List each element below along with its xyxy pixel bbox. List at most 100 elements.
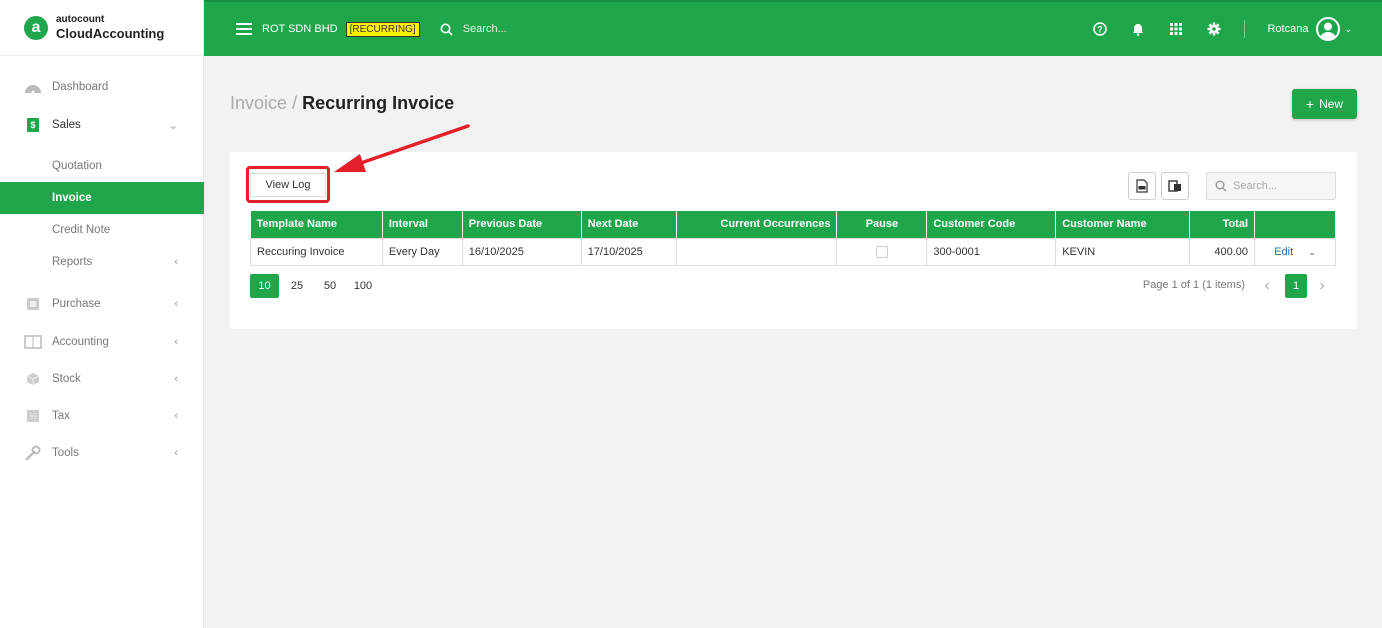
table-search-input[interactable] <box>1233 180 1328 192</box>
svg-text:%: % <box>29 412 36 421</box>
sidebar-item-label: Reports <box>52 256 93 268</box>
plus-icon: + <box>1305 96 1315 112</box>
page-size-selector: 10 25 50 100 <box>250 274 381 298</box>
sidebar-item-quotation[interactable]: Quotation <box>0 151 204 181</box>
sidebar-item-sales[interactable]: $ Sales ⌄ <box>0 110 204 140</box>
chevron-down-icon[interactable]: ⌄ <box>1308 247 1316 257</box>
table-row[interactable]: Reccuring Invoice Every Day 16/10/2025 1… <box>250 237 1336 266</box>
page-number-1[interactable]: 1 <box>1285 274 1307 298</box>
cell-pause <box>836 237 928 266</box>
columns-icon <box>1168 180 1181 192</box>
sidebar-item-label: Invoice <box>52 192 92 204</box>
breadcrumb-current: Recurring Invoice <box>302 93 455 113</box>
gear-icon[interactable] <box>1206 21 1222 37</box>
sidebar-item-label: Dashboard <box>52 81 109 93</box>
column-header-pause[interactable]: Pause <box>836 211 928 238</box>
export-csv-button[interactable] <box>1128 172 1156 200</box>
brand-name-top: autocount <box>56 14 105 25</box>
help-icon[interactable]: ? <box>1092 21 1108 37</box>
sidebar-item-reports[interactable]: Reports ‹ <box>0 247 204 277</box>
column-header-customer-name[interactable]: Customer Name <box>1055 211 1191 238</box>
sidebar-item-tools[interactable]: Tools ‹ <box>0 438 204 468</box>
sidebar-item-tax[interactable]: % Tax ‹ <box>0 401 204 431</box>
wrench-icon <box>24 444 42 462</box>
chevron-right-icon[interactable]: › <box>1311 274 1333 298</box>
chevron-down-icon: ⌄ <box>168 119 178 132</box>
sidebar-item-stock[interactable]: Stock ‹ <box>0 364 204 394</box>
pause-checkbox[interactable] <box>875 245 888 258</box>
header-search-placeholder: Search... <box>462 23 507 35</box>
recurring-tag: [RECURRING] <box>345 21 420 37</box>
csv-file-icon <box>1136 179 1148 193</box>
purchase-icon <box>24 295 42 313</box>
column-header-actions <box>1254 211 1336 238</box>
column-header-next-date[interactable]: Next Date <box>581 211 677 238</box>
breadcrumb-separator: / <box>292 93 298 113</box>
page-size-25[interactable]: 25 <box>282 274 312 298</box>
sidebar-item-invoice[interactable]: Invoice <box>0 182 204 214</box>
column-header-current-occurrences[interactable]: Current Occurrences <box>676 211 838 238</box>
cell-customer-name: KEVIN <box>1055 237 1191 266</box>
brand-name-bottom: CloudAccounting <box>56 26 165 41</box>
svg-text:$: $ <box>30 120 35 130</box>
cell-total: 400.00 <box>1189 237 1256 266</box>
sidebar-item-accounting[interactable]: Accounting ‹ <box>0 327 204 357</box>
sidebar-item-credit-note[interactable]: Credit Note <box>0 215 204 245</box>
cell-actions: Edit ⌄ <box>1254 237 1336 266</box>
chevron-left-icon: ‹ <box>174 256 178 268</box>
search-icon <box>440 23 453 36</box>
recurring-invoice-table: Template Name Interval Previous Date Nex… <box>250 211 1336 266</box>
avatar[interactable] <box>1316 17 1341 41</box>
user-name[interactable]: Rotcana <box>1267 23 1308 35</box>
sidebar-item-purchase[interactable]: Purchase ‹ <box>0 289 204 319</box>
cell-current-occurrences <box>675 237 838 266</box>
column-header-interval[interactable]: Interval <box>382 211 463 238</box>
table-header-row: Template Name Interval Previous Date Nex… <box>250 211 1336 238</box>
page-info: Page 1 of 1 (1 items) <box>1142 279 1245 291</box>
cell-interval: Every Day <box>381 237 463 266</box>
box-icon <box>24 370 42 388</box>
sales-icon: $ <box>24 116 42 134</box>
sidebar-item-label: Tools <box>52 447 79 459</box>
brand[interactable]: a autocount CloudAccounting <box>0 0 203 56</box>
bell-icon[interactable] <box>1130 21 1146 37</box>
header-search[interactable]: Search... <box>440 23 507 36</box>
search-icon <box>1215 180 1227 192</box>
company-name[interactable]: ROT SDN BHD <box>262 23 338 35</box>
chevron-left-icon: ‹ <box>174 298 178 310</box>
accounting-icon <box>24 333 42 351</box>
top-header: ROT SDN BHD [RECURRING] Search... ? Rotc… <box>204 0 1382 56</box>
new-button-label: New <box>1319 97 1344 111</box>
chevron-left-icon: ‹ <box>174 410 178 422</box>
brand-logo: a <box>24 15 48 40</box>
chevron-left-icon[interactable]: ‹ <box>1256 274 1278 298</box>
sidebar: a autocount CloudAccounting Dashboard $ … <box>0 0 204 628</box>
sidebar-item-label: Quotation <box>52 160 102 172</box>
page-size-100[interactable]: 100 <box>348 274 378 298</box>
column-header-previous-date[interactable]: Previous Date <box>462 211 582 238</box>
cell-template-name: Reccuring Invoice <box>250 237 383 266</box>
sidebar-item-label: Tax <box>52 410 70 422</box>
column-header-customer-code[interactable]: Customer Code <box>926 211 1057 238</box>
page-title: Invoice / Recurring Invoice <box>230 93 454 114</box>
column-chooser-button[interactable] <box>1161 172 1189 200</box>
hamburger-menu-icon[interactable] <box>236 23 252 35</box>
sidebar-item-label: Stock <box>52 373 81 385</box>
new-button[interactable]: + New <box>1292 89 1357 119</box>
chevron-down-icon[interactable]: ⌄ <box>1344 24 1352 35</box>
cell-customer-code: 300-0001 <box>926 237 1057 266</box>
breadcrumb-invoice[interactable]: Invoice <box>230 93 287 113</box>
page-size-10[interactable]: 10 <box>250 274 279 298</box>
sidebar-item-label: Credit Note <box>52 224 111 236</box>
edit-link[interactable]: Edit <box>1274 246 1293 258</box>
apps-grid-icon[interactable] <box>1168 21 1184 37</box>
svg-text:?: ? <box>1098 25 1104 35</box>
dashboard-icon <box>24 78 42 96</box>
page-size-50[interactable]: 50 <box>315 274 345 298</box>
sidebar-item-dashboard[interactable]: Dashboard <box>0 72 204 102</box>
column-header-total[interactable]: Total <box>1189 211 1256 238</box>
table-search[interactable] <box>1206 172 1336 200</box>
cell-previous-date: 16/10/2025 <box>461 237 582 266</box>
chevron-left-icon: ‹ <box>174 373 178 385</box>
column-header-template-name[interactable]: Template Name <box>250 211 383 238</box>
